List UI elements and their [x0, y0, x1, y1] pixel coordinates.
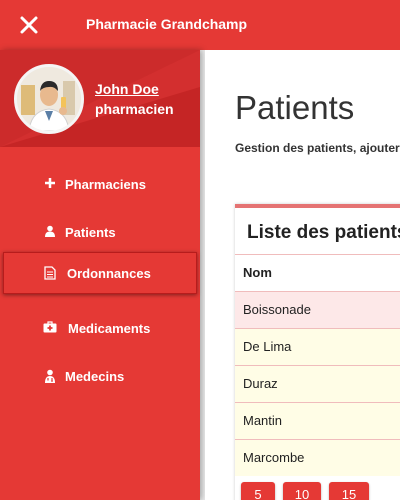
avatar	[14, 64, 84, 134]
user-profile: John Doe pharmacien	[0, 50, 200, 147]
plus-icon	[44, 177, 58, 191]
table-row[interactable]: Mantin	[235, 402, 400, 439]
patients-card: Liste des patients Nom Boissonade De Lim…	[235, 204, 400, 500]
sidebar-item-label: Ordonnances	[67, 266, 151, 281]
sidebar-item-pharmaciens[interactable]: Pharmaciens	[0, 163, 200, 207]
page-title: Patients	[235, 89, 355, 126]
medkit-icon	[43, 321, 57, 335]
sidebar: John Doe pharmacien Pharmaciens Patients…	[0, 50, 200, 500]
sidebar-item-ordonnances[interactable]: Ordonnances	[3, 252, 197, 294]
user-name-link[interactable]: John Doe	[95, 81, 159, 97]
page-subtitle: Gestion des patients, ajouter	[235, 141, 400, 155]
page-size-15-button[interactable]: 15	[329, 482, 369, 500]
sidebar-item-label: Medecins	[65, 369, 125, 384]
close-icon[interactable]	[18, 14, 40, 36]
card-title: Liste des patients	[247, 222, 400, 243]
page-size-10-button[interactable]: 10	[283, 482, 321, 500]
sidebar-item-label: Pharmaciens	[65, 177, 146, 192]
table-row[interactable]: Duraz	[235, 365, 400, 402]
table-row[interactable]: De Lima	[235, 328, 400, 365]
sidebar-item-label: Medicaments	[68, 321, 151, 336]
page-size-5-button[interactable]: 5	[241, 482, 275, 500]
doctor-icon	[44, 369, 58, 383]
patients-table: Nom Boissonade De Lima Duraz Mantin Marc…	[235, 254, 400, 476]
sidebar-item-medecins[interactable]: Medecins	[0, 355, 200, 399]
document-icon	[44, 266, 58, 280]
sidebar-item-medicaments[interactable]: Medicaments	[0, 307, 200, 351]
user-role: pharmacien	[95, 101, 174, 117]
app-title: Pharmacie Grandchamp	[86, 16, 248, 32]
main-content: Patients Gestion des patients, ajouter L…	[205, 50, 400, 500]
top-app-bar: Pharmacie Grandchamp	[0, 0, 400, 50]
sidebar-item-label: Patients	[65, 225, 116, 240]
table-header-nom[interactable]: Nom	[235, 254, 400, 291]
user-icon	[44, 225, 58, 239]
sidebar-item-patients[interactable]: Patients	[0, 211, 200, 255]
table-row[interactable]: Marcombe	[235, 439, 400, 476]
table-row[interactable]: Boissonade	[235, 291, 400, 328]
